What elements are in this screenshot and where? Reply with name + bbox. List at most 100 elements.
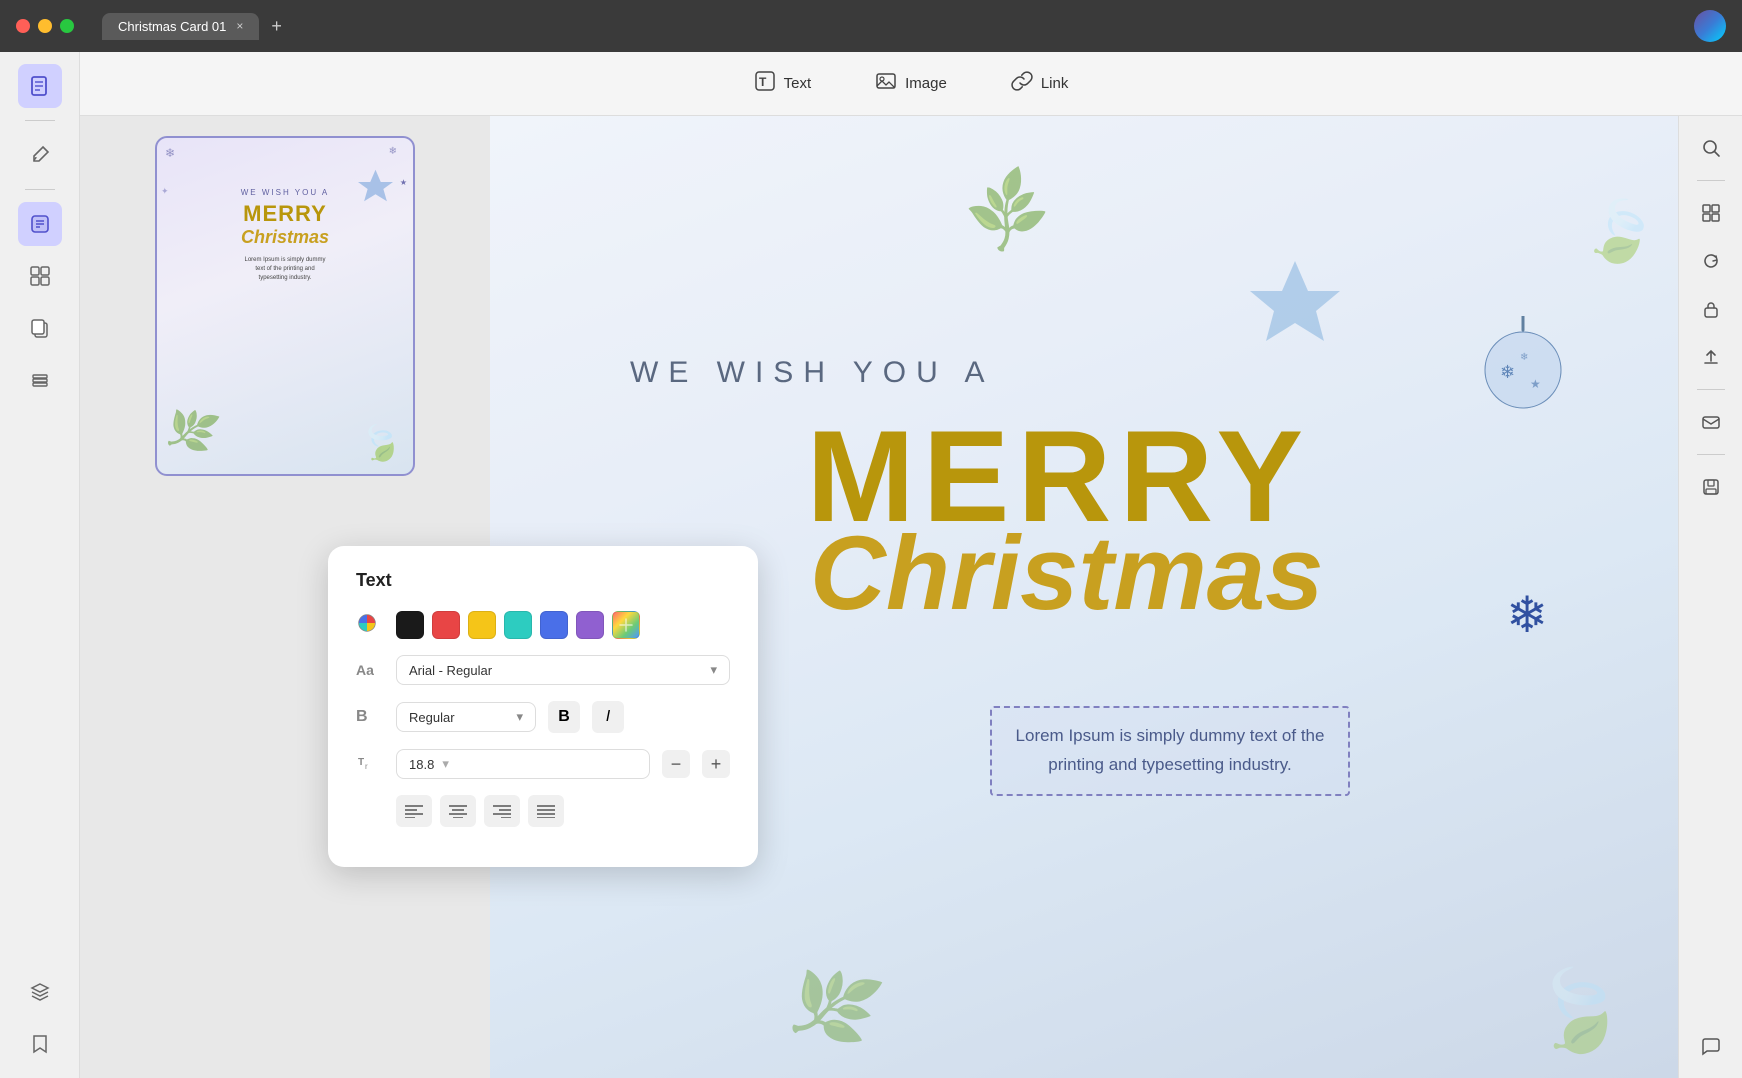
sidebar-icon-stack[interactable] [18,358,62,402]
leaf-top-right: 🍃 [1578,190,1664,273]
link-tool-label: Link [1041,75,1069,92]
right-bottom [1691,1026,1731,1066]
right-divider-1 [1697,180,1725,181]
svg-text:T: T [358,757,364,768]
close-button[interactable] [16,19,30,33]
font-select[interactable]: Arial - Regular ▾ [396,655,730,685]
thumb-leaf-bottom-right: 🍃 [355,418,408,469]
maximize-button[interactable] [60,19,74,33]
color-purple[interactable] [576,611,604,639]
deco-star [1250,256,1340,365]
tab-christmas-card[interactable]: Christmas Card 01 × [102,13,259,40]
align-justify-button[interactable] [528,795,564,827]
right-sidebar [1678,116,1742,1078]
text-panel: Text [328,546,758,867]
thumb-leaf-bottom: 🌿 [160,400,223,461]
tab-title: Christmas Card 01 [118,19,226,34]
thumb-snowflake-2: ❄ [389,146,397,157]
search-icon[interactable] [1691,128,1731,168]
size-input[interactable]: 18.8 ▾ [396,749,650,779]
leaf-bottom-left: 🌿 [779,954,889,1061]
color-row [356,611,730,639]
sidebar-icon-bookmark[interactable] [18,1022,62,1066]
image-tool-label: Image [905,75,947,92]
refresh-icon[interactable] [1691,241,1731,281]
thumbnail-panel: ❄ ❄ ✦ ★ 🌿 🍃 WE WISH YOU A MERRY Christma… [80,116,490,1078]
font-name-label: Arial - Regular [409,663,492,678]
text-panel-title: Text [356,570,730,591]
sidebar-icon-layers[interactable] [18,970,62,1014]
weight-arrow-icon: ▾ [516,709,523,725]
chat-icon[interactable] [1691,1026,1731,1066]
sidebar-icon-template[interactable] [18,254,62,298]
svg-text:❄: ❄ [1500,362,1515,382]
tab-close-icon[interactable]: × [236,19,243,33]
size-decrease-button[interactable]: − [662,750,690,778]
canvas-area: T Text Image [80,52,1742,1078]
card-christmas: Christmas [810,521,1324,626]
svg-text:❄: ❄ [1520,352,1528,363]
color-red[interactable] [432,611,460,639]
card-thumbnail[interactable]: ❄ ❄ ✦ ★ 🌿 🍃 WE WISH YOU A MERRY Christma… [155,136,415,476]
size-value: 18.8 [409,757,434,772]
thumb-we-wish: WE WISH YOU A [241,188,330,197]
card-lorem[interactable]: Lorem Ipsum is simply dummy text of the … [990,706,1350,796]
font-icon: Aa [356,662,384,678]
lock-icon[interactable] [1691,289,1731,329]
color-swatches [396,611,640,639]
color-more[interactable] [612,611,640,639]
leaf-top-left: 🌿 [957,162,1057,261]
deco-ornament: ❄ ❄ ★ [1478,316,1568,406]
image-tool-button[interactable]: Image [859,62,963,105]
thumb-snowflake-3: ✦ [161,186,169,197]
size-increase-button[interactable]: + [702,750,730,778]
thumb-christmas: Christmas [241,227,329,248]
color-yellow[interactable] [468,611,496,639]
right-divider-3 [1697,454,1725,455]
font-arrow-icon: ▾ [710,662,717,678]
size-icon: T r [356,751,384,777]
weight-select[interactable]: Regular ▾ [396,702,536,732]
svg-text:T: T [759,75,767,89]
minimize-button[interactable] [38,19,52,33]
sidebar-divider-1 [25,120,55,121]
thumb-star-shape [358,168,393,203]
thumb-star-right: ★ [400,178,407,187]
bold-button[interactable]: B [548,701,580,733]
color-teal[interactable] [504,611,532,639]
align-left-button[interactable] [396,795,432,827]
svg-text:r: r [365,762,368,771]
sidebar-icon-edit[interactable] [18,202,62,246]
email-icon[interactable] [1691,402,1731,442]
sidebar-divider-2 [25,189,55,190]
color-black[interactable] [396,611,424,639]
tab-area: Christmas Card 01 × + [102,13,282,40]
color-blue[interactable] [540,611,568,639]
svg-text:★: ★ [1530,377,1541,391]
upload-icon[interactable] [1691,337,1731,377]
titlebar: Christmas Card 01 × + [0,0,1742,52]
weight-row: B Regular ▾ B I [356,701,730,733]
deco-snowflake: ❄ [1506,586,1548,644]
size-dropdown-arrow: ▾ [442,756,449,772]
ocr-icon[interactable] [1691,193,1731,233]
link-tool-icon [1011,70,1033,97]
save-icon[interactable] [1691,467,1731,507]
sidebar-icon-pages[interactable] [18,64,62,108]
tab-add-button[interactable]: + [271,16,282,37]
italic-button[interactable]: I [592,701,624,733]
sidebar-icon-brush[interactable] [18,133,62,177]
toolbar: T Text Image [80,52,1742,116]
align-center-button[interactable] [440,795,476,827]
bold-indicator: B [356,708,384,726]
avatar[interactable] [1694,10,1726,42]
leaf-bottom-right: 🍃 [1521,956,1635,1066]
text-tool-icon: T [754,70,776,97]
text-tool-button[interactable]: T Text [738,62,828,105]
main-area: T Text Image [0,52,1742,1078]
sidebar-icon-copy[interactable] [18,306,62,350]
traffic-lights [16,19,74,33]
thumb-lorem: Lorem Ipsum is simply dummytext of the p… [244,256,325,283]
align-right-button[interactable] [484,795,520,827]
link-tool-button[interactable]: Link [995,62,1085,105]
